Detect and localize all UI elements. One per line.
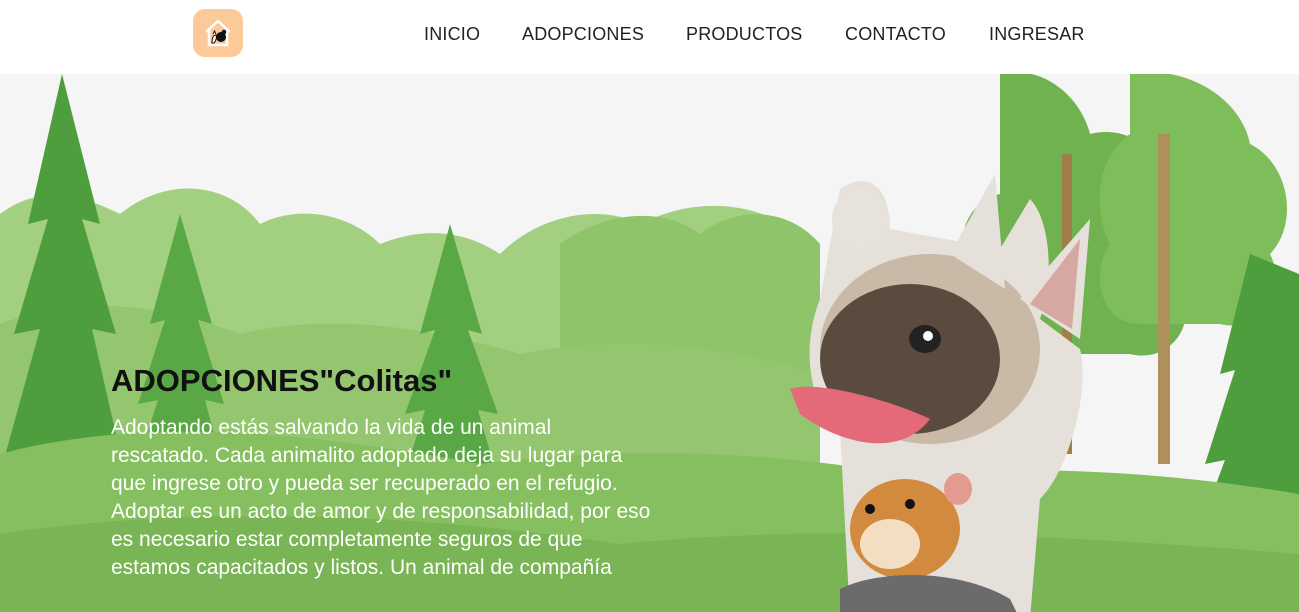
house-pet-logo-icon <box>205 19 231 47</box>
hero-title: ADOPCIONES"Colitas" <box>111 363 453 398</box>
hero-description: Adoptando estás salvando la vida de un a… <box>111 416 651 579</box>
nav-contacto[interactable]: CONTACTO <box>845 24 946 45</box>
nav-inicio[interactable]: INICIO <box>424 24 480 45</box>
nav-productos[interactable]: PRODUCTOS <box>686 24 802 45</box>
nav-ingresar[interactable]: INGRESAR <box>989 24 1085 45</box>
logo[interactable] <box>193 9 243 57</box>
navbar: INICIO ADOPCIONES PRODUCTOS CONTACTO ING… <box>0 0 1299 74</box>
hero-section: ADOPCIONES"Colitas" Adoptando estás salv… <box>0 74 1299 612</box>
nav-adopciones[interactable]: ADOPCIONES <box>522 24 644 45</box>
pets-image <box>790 174 1090 612</box>
